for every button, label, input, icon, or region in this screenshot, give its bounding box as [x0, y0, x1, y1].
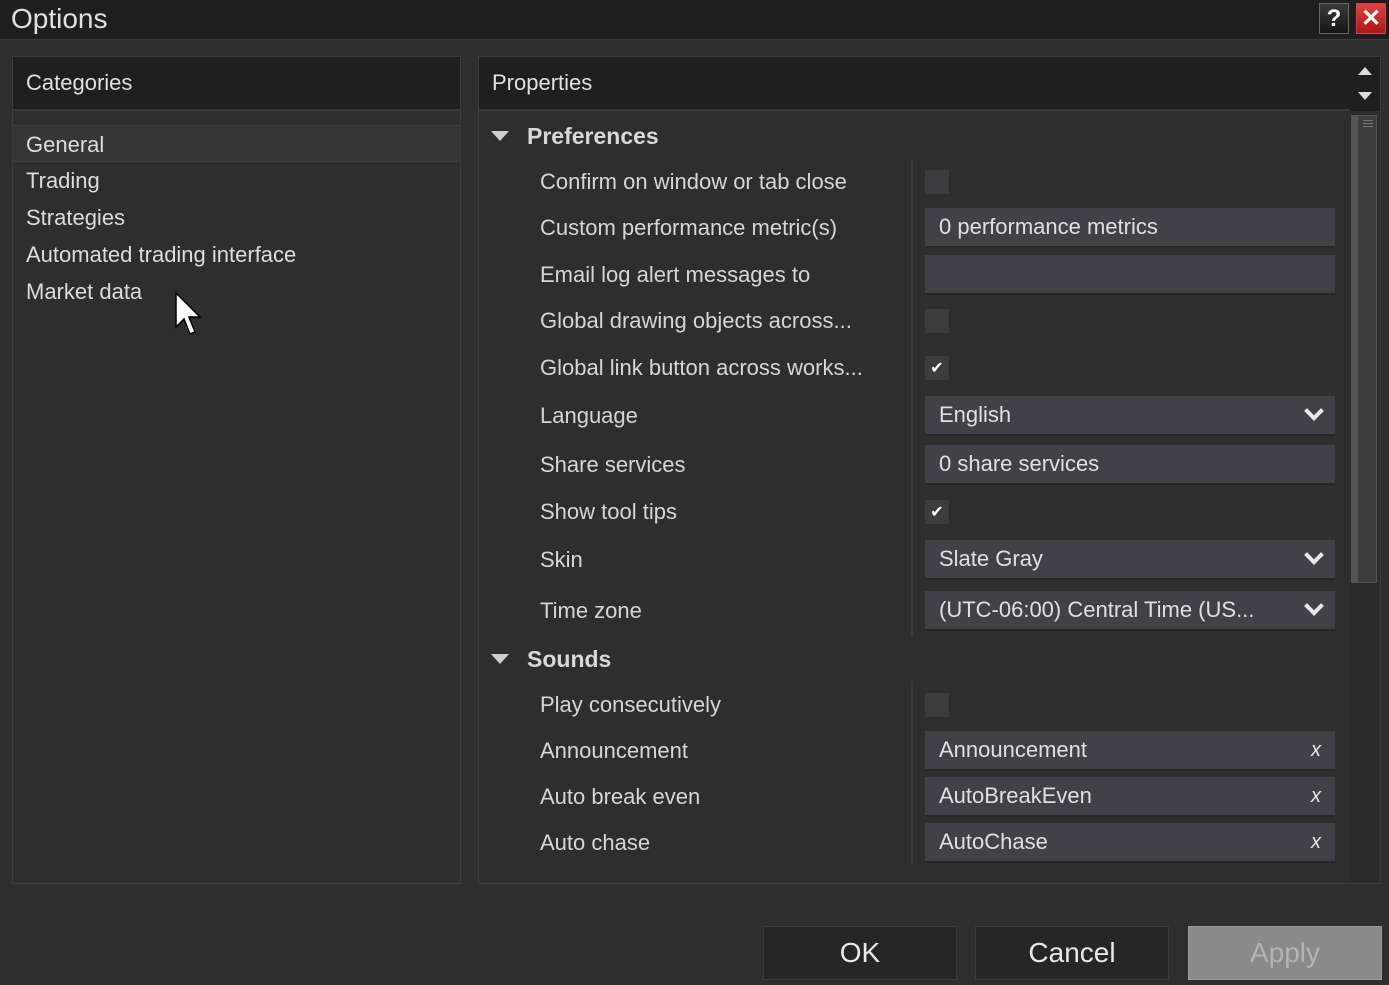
property-label: Share services — [479, 441, 913, 489]
property-label: Language — [479, 391, 913, 441]
property-row: Global link button across works... ✔ — [479, 344, 1349, 391]
chevron-down-icon — [1304, 595, 1324, 616]
time-zone-dropdown[interactable]: (UTC-06:00) Central Time (US... — [925, 590, 1335, 631]
property-label: Global drawing objects across... — [479, 298, 913, 344]
show-tool-tips-checkbox[interactable]: ✔ — [925, 500, 949, 524]
announcement-sound-field[interactable]: Announcement x — [925, 731, 1335, 771]
properties-grid: Preferences Confirm on window or tab clo… — [479, 113, 1349, 883]
properties-panel: Properties Preferences Confirm on window… — [478, 56, 1381, 884]
close-button[interactable]: ✕ — [1356, 3, 1386, 34]
property-row: Language English — [479, 391, 1349, 441]
field-value: Slate Gray — [939, 546, 1043, 571]
performance-metrics-field[interactable]: 0 performance metrics — [925, 208, 1335, 248]
window-title: Options — [11, 3, 108, 34]
checkmark-icon: ✔ — [930, 359, 944, 377]
confirm-close-checkbox[interactable] — [925, 170, 949, 194]
field-value: AutoBreakEven — [939, 783, 1092, 808]
property-row: Auto break even AutoBreakEven x — [479, 774, 1349, 820]
property-row: Time zone (UTC-06:00) Central Time (US..… — [479, 585, 1349, 636]
collapse-triangle-icon — [491, 654, 509, 664]
email-alert-input[interactable] — [925, 254, 1335, 295]
help-icon: ? — [1326, 4, 1342, 32]
section-sounds[interactable]: Sounds — [479, 636, 1349, 682]
chevron-down-icon — [1304, 545, 1324, 565]
property-label: Time zone — [479, 585, 913, 636]
cancel-button[interactable]: Cancel — [975, 926, 1169, 980]
property-row: Confirm on window or tab close — [479, 159, 1349, 205]
property-row: Announcement Announcement x — [479, 728, 1349, 774]
property-row: Skin Slate Gray — [479, 535, 1349, 585]
property-row: Auto chase AutoChase x — [479, 820, 1349, 866]
section-preferences[interactable]: Preferences — [479, 113, 1349, 159]
apply-button[interactable]: Apply — [1188, 926, 1382, 980]
section-title: Sounds — [527, 645, 612, 672]
property-label: Announcement — [479, 728, 913, 774]
category-automated-trading-interface[interactable]: Automated trading interface — [13, 236, 460, 273]
categories-header: Categories — [13, 57, 460, 111]
property-label: Play consecutively — [479, 682, 913, 728]
global-drawing-objects-checkbox[interactable] — [925, 309, 949, 333]
title-bar: Options ? ✕ — [0, 0, 1389, 40]
property-label: Skin — [479, 535, 913, 585]
property-label: Auto chase — [479, 820, 913, 866]
field-value: Announcement — [939, 737, 1087, 762]
properties-header: Properties — [479, 57, 1380, 111]
grip-icon — [1363, 120, 1373, 121]
field-value: AutoChase — [939, 829, 1048, 854]
scroll-down-icon[interactable] — [1358, 92, 1372, 100]
language-dropdown[interactable]: English — [925, 396, 1335, 436]
scroll-arrows — [1350, 57, 1380, 111]
property-row: Email log alert messages to — [479, 251, 1349, 298]
chevron-down-icon — [1304, 401, 1324, 421]
close-icon: ✕ — [1360, 5, 1382, 32]
property-label: Auto break even — [479, 774, 913, 820]
category-general[interactable]: General — [13, 125, 460, 162]
scrollbar-thumb[interactable] — [1351, 115, 1377, 583]
property-label: Show tool tips — [479, 489, 913, 535]
property-row: Share services 0 share services — [479, 441, 1349, 489]
field-value: English — [939, 402, 1012, 427]
category-strategies[interactable]: Strategies — [13, 199, 460, 236]
field-value: 0 share services — [939, 451, 1100, 476]
clear-icon[interactable]: x — [1311, 785, 1321, 808]
play-consecutively-checkbox[interactable] — [925, 693, 949, 717]
mouse-cursor-icon — [175, 291, 202, 335]
categories-list: General Trading Strategies Automated tra… — [13, 111, 460, 310]
auto-break-even-sound-field[interactable]: AutoBreakEven x — [925, 777, 1335, 817]
scroll-up-icon[interactable] — [1358, 67, 1372, 75]
property-label: Global link button across works... — [479, 344, 913, 391]
properties-scrollbar[interactable] — [1350, 113, 1378, 883]
share-services-field[interactable]: 0 share services — [925, 445, 1335, 485]
property-label: Email log alert messages to — [479, 251, 913, 298]
auto-chase-sound-field[interactable]: AutoChase x — [925, 823, 1335, 863]
section-title: Preferences — [527, 122, 659, 149]
checkmark-icon: ✔ — [930, 504, 944, 521]
global-link-button-checkbox[interactable]: ✔ — [925, 355, 949, 380]
skin-dropdown[interactable]: Slate Gray — [925, 540, 1335, 580]
field-value: (UTC-06:00) Central Time (US... — [939, 596, 1255, 622]
ok-button[interactable]: OK — [763, 926, 957, 980]
property-label: Confirm on window or tab close — [479, 159, 913, 205]
property-row: Play consecutively — [479, 682, 1349, 728]
property-row: Global drawing objects across... — [479, 298, 1349, 344]
help-button[interactable]: ? — [1319, 3, 1349, 34]
clear-icon[interactable]: x — [1311, 739, 1321, 762]
field-value: 0 performance metrics — [939, 214, 1158, 239]
clear-icon[interactable]: x — [1311, 831, 1321, 854]
property-label: Custom performance metric(s) — [479, 205, 913, 251]
category-market-data[interactable]: Market data — [13, 273, 460, 310]
collapse-triangle-icon — [491, 131, 509, 141]
property-row: Show tool tips ✔ — [479, 489, 1349, 535]
property-row: Custom performance metric(s) 0 performan… — [479, 205, 1349, 251]
category-trading[interactable]: Trading — [13, 162, 460, 199]
categories-panel: Categories General Trading Strategies Au… — [12, 56, 461, 884]
